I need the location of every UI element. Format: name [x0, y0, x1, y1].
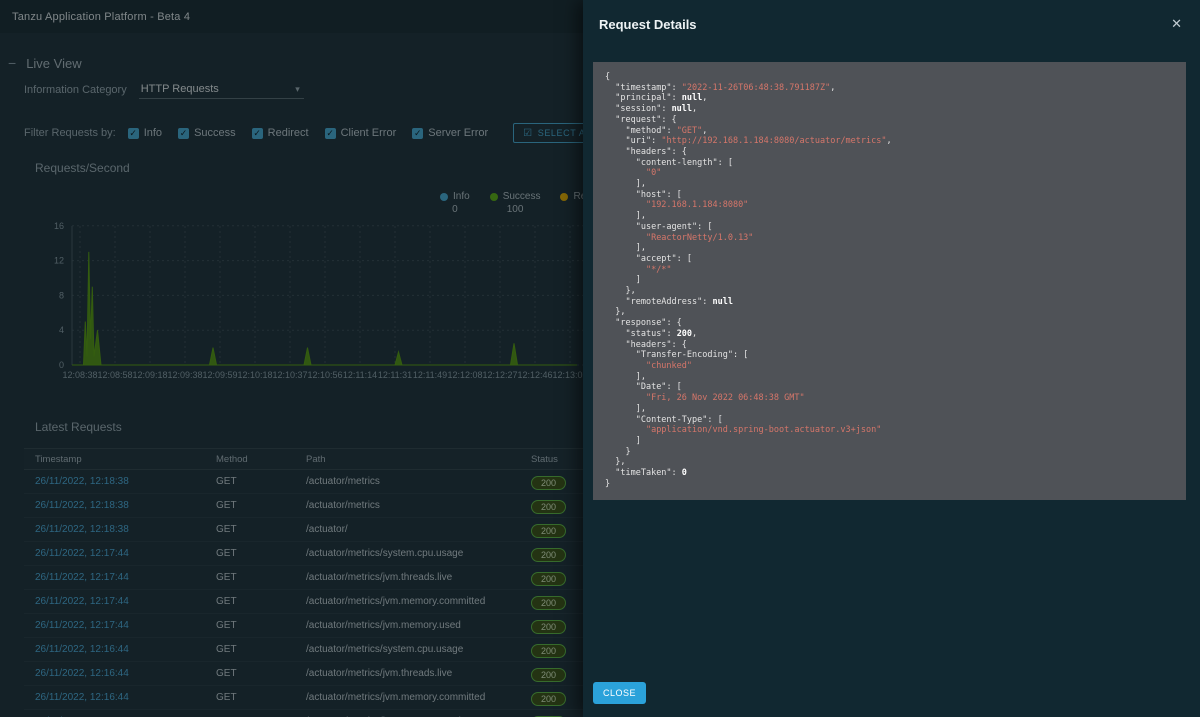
request-details-panel: Request Details ✕ { "timestamp": "2022-1…: [583, 0, 1200, 717]
request-json-code: { "timestamp": "2022-11-26T06:48:38.7911…: [593, 62, 1186, 500]
close-icon[interactable]: ✕: [1171, 16, 1182, 32]
panel-header: Request Details ✕: [583, 0, 1200, 42]
panel-title: Request Details: [599, 17, 697, 32]
close-button[interactable]: CLOSE: [593, 682, 646, 704]
